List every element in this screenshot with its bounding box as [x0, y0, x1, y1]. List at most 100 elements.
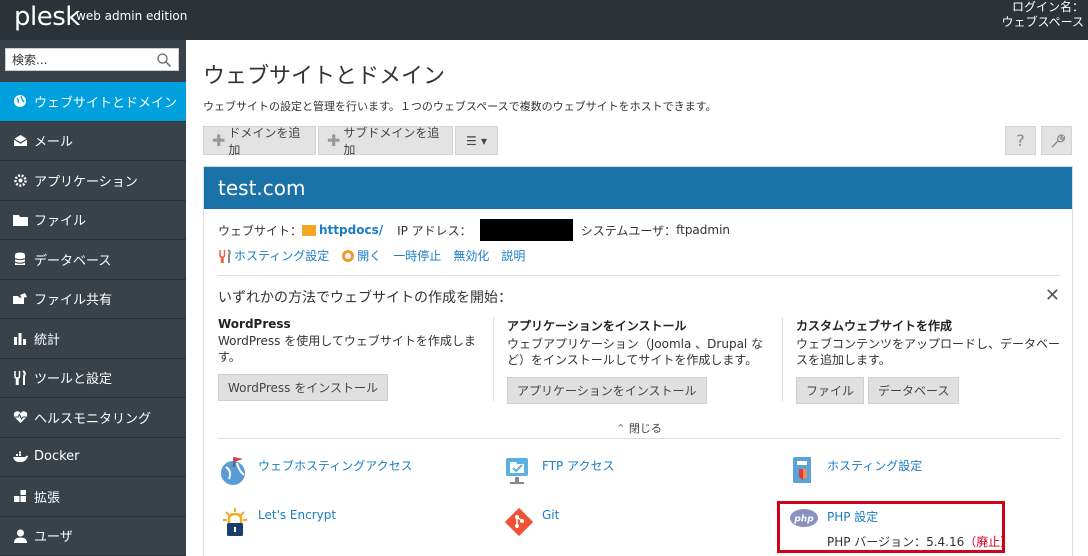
bar-chart-icon — [12, 330, 28, 346]
tool-web-hosting-access[interactable]: ウェブホスティングアクセス — [220, 455, 413, 487]
login-label: ログイン名： — [1011, 0, 1084, 14]
domain-actions: ホスティング設定 開く 一時停止 無効化 説明 — [218, 247, 537, 264]
tool-label: Let's Encrypt — [258, 508, 337, 522]
tools-icon — [12, 370, 28, 386]
more-menu-button[interactable]: ☰ ▾ — [455, 126, 498, 155]
git-icon — [504, 507, 534, 537]
sidebar-item-tools-settings[interactable]: ツールと設定 — [0, 359, 186, 398]
menu-icon: ☰ ▾ — [466, 133, 487, 148]
plus-icon: ✚ — [327, 131, 341, 150]
search-input[interactable] — [6, 49, 156, 70]
website-label: ウェブサイト： — [218, 223, 303, 238]
sidebar-item-mail[interactable]: メール — [0, 122, 186, 161]
sidebar-item-applications[interactable]: アプリケーション — [0, 161, 186, 201]
files-button[interactable]: ファイル — [796, 377, 865, 404]
sidebar-item-file-sharing[interactable]: ファイル共有 — [0, 280, 186, 319]
toolbar: ✚ ドメインを追加 ✚ サブドメインを追加 ☰ ▾ — [203, 126, 500, 157]
install-application-button[interactable]: アプリケーションをインストール — [507, 377, 707, 404]
option-title: WordPress — [218, 317, 291, 331]
page-title: ウェブサイトとドメイン — [203, 64, 446, 89]
docroot-link[interactable]: httpdocs/ — [319, 223, 383, 237]
sidebar-item-label: ツールと設定 — [34, 372, 113, 388]
sidebar: ウェブサイトとドメイン メール アプリケーション ファイル データベース — [0, 40, 186, 556]
sidebar-item-statistics[interactable]: 統計 — [0, 319, 186, 359]
install-app-option: アプリケーションをインストール ウェブアプリケーション（Joomla 、Drup… — [507, 317, 779, 404]
sidebar-item-label: ファイル共有 — [34, 293, 113, 309]
sidebar-item-health-monitoring[interactable]: ヘルスモニタリング — [0, 398, 186, 438]
sidebar-item-websites-domains[interactable]: ウェブサイトとドメイン — [0, 82, 186, 122]
tool-lets-encrypt[interactable]: Let's Encrypt — [220, 506, 336, 538]
open-site-link[interactable]: 開く — [357, 247, 381, 264]
add-subdomain-button[interactable]: ✚ サブドメインを追加 — [318, 126, 453, 157]
user-icon — [12, 528, 28, 544]
sysuser-label: システムユーザ： — [580, 223, 677, 238]
domain-info-row: ウェブサイト： httpdocs/ IP アドレス： システムユーザ： ftpa… — [218, 219, 730, 241]
install-wordpress-button[interactable]: WordPress をインストール — [218, 374, 389, 401]
web-hosting-access-icon — [221, 457, 245, 485]
close-icon[interactable]: ✕ — [1045, 285, 1060, 306]
tool-label: ウェブホスティングアクセス — [258, 459, 413, 473]
sidebar-item-label: 拡張 — [34, 490, 61, 506]
plesk-logo[interactable]: plesk — [14, 2, 80, 32]
collapse-link[interactable]: ⌃ 閉じる — [204, 420, 1074, 436]
share-icon — [12, 291, 28, 307]
sidebar-item-label: アプリケーション — [34, 174, 138, 190]
tool-label: FTP アクセス — [542, 459, 615, 473]
chevron-up-icon: ⌃ — [616, 422, 626, 435]
column-separator — [493, 317, 494, 401]
settings-button[interactable] — [1041, 126, 1072, 155]
option-description: ウェブアプリケーション（Joomla 、Drupal など）をインストールしてサ… — [507, 337, 764, 367]
sidebar-item-files[interactable]: ファイル — [0, 201, 186, 240]
docker-icon — [12, 449, 28, 465]
domain-name[interactable]: test.com — [204, 167, 1072, 209]
mail-icon — [12, 133, 28, 149]
suspend-link[interactable]: 一時停止 — [393, 247, 441, 264]
description-link[interactable]: 説明 — [501, 247, 525, 264]
divider — [218, 275, 1060, 276]
highlight-box — [777, 501, 1005, 553]
sidebar-item-label: ファイル — [34, 214, 87, 230]
help-icon: ? — [1016, 131, 1025, 150]
help-button[interactable]: ? — [1005, 126, 1036, 155]
tool-hosting-settings[interactable]: ホスティング設定 — [789, 455, 922, 487]
sidebar-item-label: データベース — [34, 253, 112, 269]
top-bar: plesk web admin edition ログイン名： ウェブスペース — [0, 0, 1088, 40]
heart-icon — [12, 409, 28, 425]
option-description: ウェブコンテンツをアップロードし、データベースを追加します。 — [796, 337, 1061, 367]
databases-button[interactable]: データベース — [868, 377, 960, 404]
custom-site-option: カスタムウェブサイトを作成 ウェブコンテンツをアップロードし、データベースを追加… — [796, 317, 1068, 404]
start-section-title: いずれかの方法でウェブサイトの作成を開始： — [218, 290, 512, 306]
add-domain-button[interactable]: ✚ ドメインを追加 — [203, 126, 316, 157]
ftp-access-icon — [506, 458, 528, 484]
tool-label: ホスティング設定 — [827, 459, 923, 473]
sidebar-nav: ウェブサイトとドメイン メール アプリケーション ファイル データベース ファイ… — [0, 82, 186, 556]
tool-ftp-access[interactable]: FTP アクセス — [504, 455, 614, 487]
hosting-settings-small-icon — [219, 248, 231, 263]
disable-link[interactable]: 無効化 — [453, 247, 489, 264]
hosting-settings-icon — [793, 457, 811, 483]
page-description: ウェブサイトの設定と管理を行います。１つのウェブスペースで複数のウェブサイトをホ… — [203, 100, 717, 113]
option-description: WordPress を使用してウェブサイトを作成します。 — [218, 334, 476, 364]
sidebar-item-label: ユーザ — [34, 530, 73, 546]
wrench-icon — [1051, 133, 1065, 147]
login-value: ウェブスペース — [1001, 15, 1084, 29]
database-icon — [12, 251, 28, 267]
main-content: ウェブサイトとドメイン ウェブサイトの設定と管理を行います。１つのウェブスペース… — [186, 40, 1088, 556]
sidebar-item-label: メール — [34, 135, 74, 151]
open-site-icon — [342, 249, 355, 262]
folder-icon — [302, 224, 317, 236]
search-icon[interactable] — [156, 52, 172, 68]
ip-label: IP アドレス： — [397, 223, 472, 238]
plus-icon: ✚ — [212, 131, 226, 150]
globe-icon — [12, 93, 28, 109]
sidebar-item-docker[interactable]: Docker — [0, 438, 186, 477]
lets-encrypt-icon — [223, 508, 247, 536]
hosting-settings-link[interactable]: ホスティング設定 — [234, 247, 329, 264]
sidebar-item-label: ヘルスモニタリング — [34, 411, 152, 427]
sidebar-item-extensions[interactable]: 拡張 — [0, 477, 186, 517]
sidebar-item-users[interactable]: ユーザ — [0, 517, 186, 556]
login-info[interactable]: ログイン名： ウェブスペース — [1001, 0, 1084, 30]
sidebar-item-databases[interactable]: データベース — [0, 240, 186, 280]
tool-git[interactable]: Git — [504, 506, 559, 538]
sysuser-value: ftpadmin — [676, 223, 731, 237]
